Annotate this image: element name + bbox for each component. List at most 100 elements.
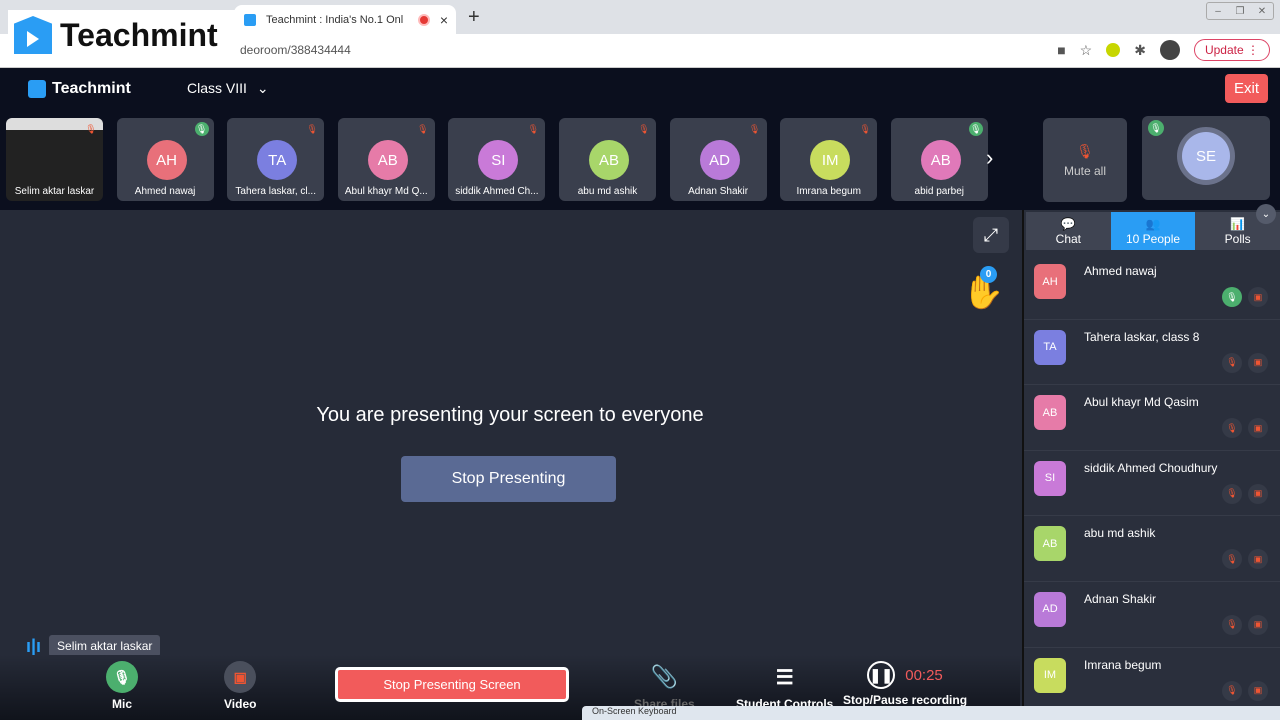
collapse-chevron-icon[interactable]: ⌄: [1256, 204, 1276, 224]
extension-icon[interactable]: [1106, 43, 1121, 57]
recording-timer: 00:25: [905, 666, 943, 684]
chevron-right-icon[interactable]: ›: [986, 145, 993, 171]
minimize-button[interactable]: –: [1207, 3, 1229, 19]
bookmark-star-icon[interactable]: ☆: [1080, 42, 1093, 59]
class-selector[interactable]: Class VIII ⌄: [187, 80, 269, 97]
video-off-icon[interactable]: ▣: [1248, 287, 1268, 307]
tab-people[interactable]: 👥 10 People: [1110, 212, 1196, 250]
extensions-puzzle-icon[interactable]: ✱: [1134, 42, 1146, 59]
teachmint-logo-icon: [14, 16, 52, 54]
people-list-item[interactable]: SI siddik Ahmed Choudhury 🎙 ▣: [1024, 451, 1280, 517]
people-list-item[interactable]: AH Ahmed nawaj 🎙 ▣: [1024, 254, 1280, 320]
video-off-icon: ▣: [224, 661, 257, 693]
people-list-item[interactable]: TA Tahera laskar, class 8 🎙 ▣: [1024, 320, 1280, 386]
mic-off-icon: 🎙: [527, 123, 540, 134]
video-off-icon[interactable]: ▣: [1248, 352, 1268, 373]
participant-avatar: AB: [920, 140, 961, 180]
taskbar-label: On-Screen Keyboard: [592, 706, 677, 716]
person-name: Imrana begum: [1084, 657, 1162, 672]
url-field[interactable]: deoroom/388434444: [240, 43, 351, 57]
participant-tile[interactable]: AH 🎙 Ahmed nawaj: [116, 118, 214, 201]
student-controls-button[interactable]: ☰ Student Controls: [736, 661, 833, 712]
app-logo-text: Teachmint: [52, 80, 131, 97]
participant-tile[interactable]: IM 🎙 Imrana begum: [780, 118, 878, 201]
update-button[interactable]: Update ⋮: [1193, 39, 1270, 61]
close-window-button[interactable]: ✕: [1251, 3, 1273, 19]
recording-button[interactable]: ❚❚ 00:25 Stop/Pause recording: [843, 661, 967, 707]
tab-polls-label: Polls: [1224, 231, 1251, 246]
people-sidebar: 💬 Chat 👥 10 People 📊 Polls ⌄ AH Ahmed nawaj…: [1022, 204, 1280, 720]
participant-strip: 🎙 Selim aktar laskar AH 🎙 Ahmed nawaj TA 🎙 Tahe…: [0, 110, 1280, 210]
camera-icon[interactable]: ■: [1057, 42, 1065, 58]
mic-button[interactable]: 🎙 Mic: [106, 661, 138, 711]
mic-off-icon[interactable]: 🎙: [1222, 418, 1242, 439]
mic-on-icon[interactable]: 🎙: [1222, 287, 1242, 307]
self-video-tile[interactable]: 🎙 SE: [1142, 116, 1270, 200]
close-tab-button[interactable]: ×: [440, 12, 448, 28]
video-off-icon[interactable]: ▣: [1248, 418, 1268, 439]
presenting-message: You are presenting your screen to everyo…: [316, 404, 704, 426]
tab-chat[interactable]: 💬 Chat: [1026, 212, 1111, 250]
new-tab-button[interactable]: +: [468, 6, 480, 29]
participant-tile[interactable]: AB 🎙 abid parbej: [890, 118, 988, 201]
exit-button[interactable]: Exit: [1224, 74, 1268, 103]
people-list: AH Ahmed nawaj 🎙 ▣ TA Tahera laskar, clas…: [1024, 254, 1280, 714]
participant-name: Selim aktar laskar: [14, 186, 95, 197]
browser-tab[interactable]: Teachmint : India's No.1 Onl ×: [234, 5, 456, 34]
mic-off-icon[interactable]: 🎙: [1222, 614, 1242, 635]
on-screen-keyboard-window[interactable]: On-Screen Keyboard: [582, 706, 1280, 720]
mic-off-icon[interactable]: 🎙: [1222, 352, 1242, 373]
sliders-icon: ☰: [775, 666, 794, 689]
mic-off-icon[interactable]: 🎙: [1222, 549, 1242, 570]
participant-name: abid parbej: [914, 186, 965, 197]
brand-watermark: Teachmint: [8, 10, 236, 60]
participant-avatar: SI: [478, 140, 519, 180]
participant-tile[interactable]: TA 🎙 Tahera laskar, cl...: [227, 118, 325, 201]
raise-hand-icon[interactable]: ✋ 0: [962, 266, 1004, 312]
video-off-icon[interactable]: ▣: [1248, 483, 1268, 504]
chat-icon: 💬: [1060, 216, 1076, 231]
people-list-item[interactable]: AD Adnan Shakir 🎙 ▣: [1024, 582, 1280, 648]
video-button[interactable]: ▣ Video: [224, 661, 256, 711]
participant-tile[interactable]: AB 🎙 abu md ashik: [559, 118, 656, 201]
main-stage: ⤢ ✋ 0 You are presenting your screen to …: [0, 210, 1020, 720]
mic-off-icon[interactable]: 🎙: [1222, 680, 1242, 701]
participant-tile[interactable]: SI 🎙 siddik Ahmed Ch...: [448, 118, 546, 201]
profile-avatar-icon[interactable]: [1159, 40, 1180, 60]
expand-icon[interactable]: ⤢: [973, 217, 1009, 253]
participant-tile[interactable]: 🎙 Selim aktar laskar: [6, 118, 103, 201]
person-avatar: AH: [1034, 264, 1066, 299]
stop-presenting-screen-button[interactable]: Stop Presenting Screen: [335, 667, 569, 702]
person-avatar: TA: [1034, 329, 1066, 365]
mic-off-icon: 🎙: [1076, 142, 1094, 159]
person-name: Adnan Shakir: [1084, 591, 1157, 606]
mic-off-icon: 🎙: [417, 123, 429, 134]
participant-avatar: AB: [589, 140, 629, 180]
mic-on-icon: 🎙: [968, 122, 983, 136]
mic-off-icon: 🎙: [85, 123, 97, 134]
participant-tile[interactable]: AD 🎙 Adnan Shakir: [669, 118, 767, 201]
mic-off-icon: 🎙: [638, 123, 650, 134]
video-off-icon[interactable]: ▣: [1248, 549, 1268, 570]
mic-off-icon[interactable]: 🎙: [1222, 483, 1242, 504]
people-list-item[interactable]: AB Abul khayr Md Qasim 🎙 ▣: [1024, 385, 1280, 451]
person-avatar: IM: [1034, 657, 1066, 693]
mic-on-icon: 🎙: [194, 122, 209, 136]
people-list-item[interactable]: AB abu md ashik 🎙 ▣: [1024, 516, 1280, 582]
app-header: Teachmint Class VIII ⌄ Exit: [0, 68, 1280, 110]
stop-presenting-button[interactable]: Stop Presenting: [401, 456, 616, 502]
mute-all-label: Mute all: [1063, 163, 1107, 178]
participant-tile[interactable]: AB 🎙 Abul khayr Md Q...: [337, 118, 435, 201]
maximize-button[interactable]: ❐: [1229, 3, 1251, 19]
video-off-icon[interactable]: ▣: [1248, 680, 1268, 701]
person-name: Ahmed nawaj: [1084, 264, 1157, 278]
mute-all-button[interactable]: 🎙 Mute all: [1043, 118, 1127, 202]
video-label: Video: [224, 697, 257, 711]
self-avatar: SE: [1182, 132, 1230, 180]
participant-name: Abul khayr Md Q...: [344, 186, 428, 197]
people-icon: 👥: [1145, 216, 1161, 231]
person-name: abu md ashik: [1084, 526, 1156, 541]
people-list-item[interactable]: IM Imrana begum 🎙 ▣: [1024, 648, 1280, 714]
share-files-button[interactable]: 📎 Share files: [634, 661, 695, 711]
video-off-icon[interactable]: ▣: [1248, 614, 1268, 635]
